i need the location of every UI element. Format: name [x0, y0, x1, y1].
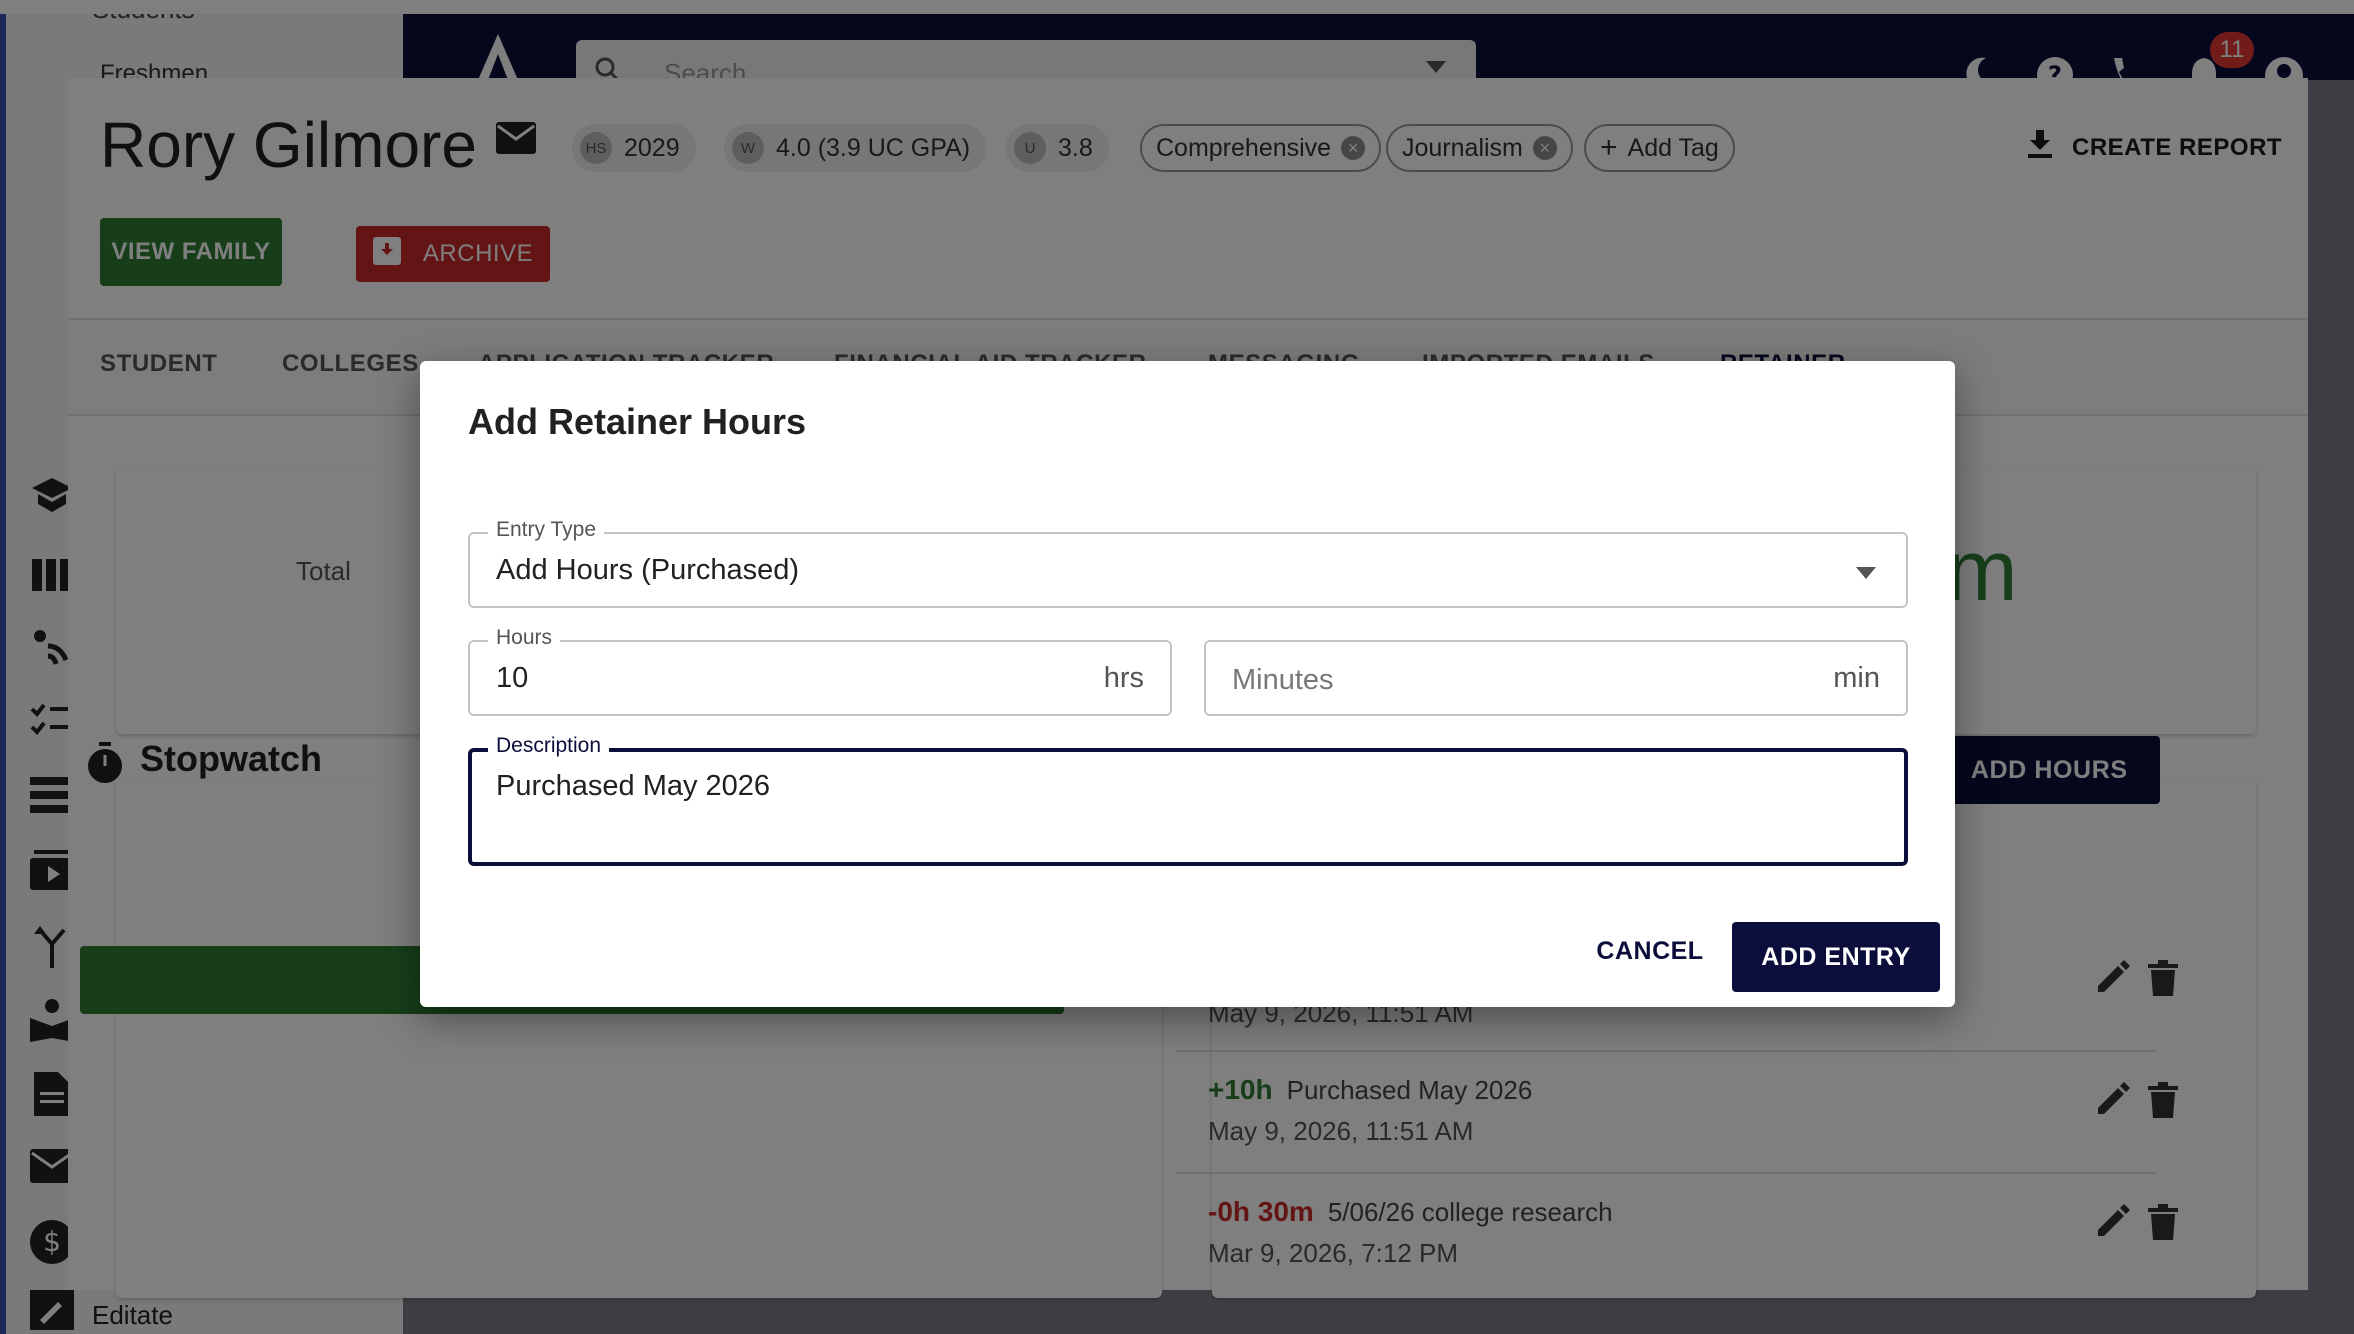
- entry-type-select[interactable]: Entry Type Add Hours (Purchased): [468, 518, 1908, 608]
- entry-type-value: Add Hours (Purchased): [496, 554, 800, 586]
- dialog-title: Add Retainer Hours: [468, 401, 807, 442]
- dropdown-arrow-icon[interactable]: [1856, 566, 1876, 584]
- description-input[interactable]: Description Purchased May 2026: [468, 734, 1908, 866]
- cancel-button[interactable]: CANCEL: [1570, 921, 1730, 981]
- description-value: Purchased May 2026: [496, 770, 771, 802]
- entry-type-label: Entry Type: [488, 518, 604, 542]
- hours-value: 10: [496, 662, 529, 694]
- hours-input[interactable]: Hours 10 hrs: [468, 626, 1172, 716]
- add-entry-button[interactable]: ADD ENTRY: [1732, 922, 1940, 992]
- description-label: Description: [488, 734, 610, 758]
- hours-unit: hrs: [1103, 662, 1144, 694]
- minutes-unit: min: [1833, 662, 1880, 694]
- add-retainer-hours-dialog: Add Retainer Hours Entry Type Add Hours …: [420, 361, 1955, 1007]
- hours-label: Hours: [488, 626, 561, 650]
- minutes-input[interactable]: Minutes min: [1204, 640, 1908, 716]
- minutes-placeholder: Minutes: [1232, 664, 1334, 696]
